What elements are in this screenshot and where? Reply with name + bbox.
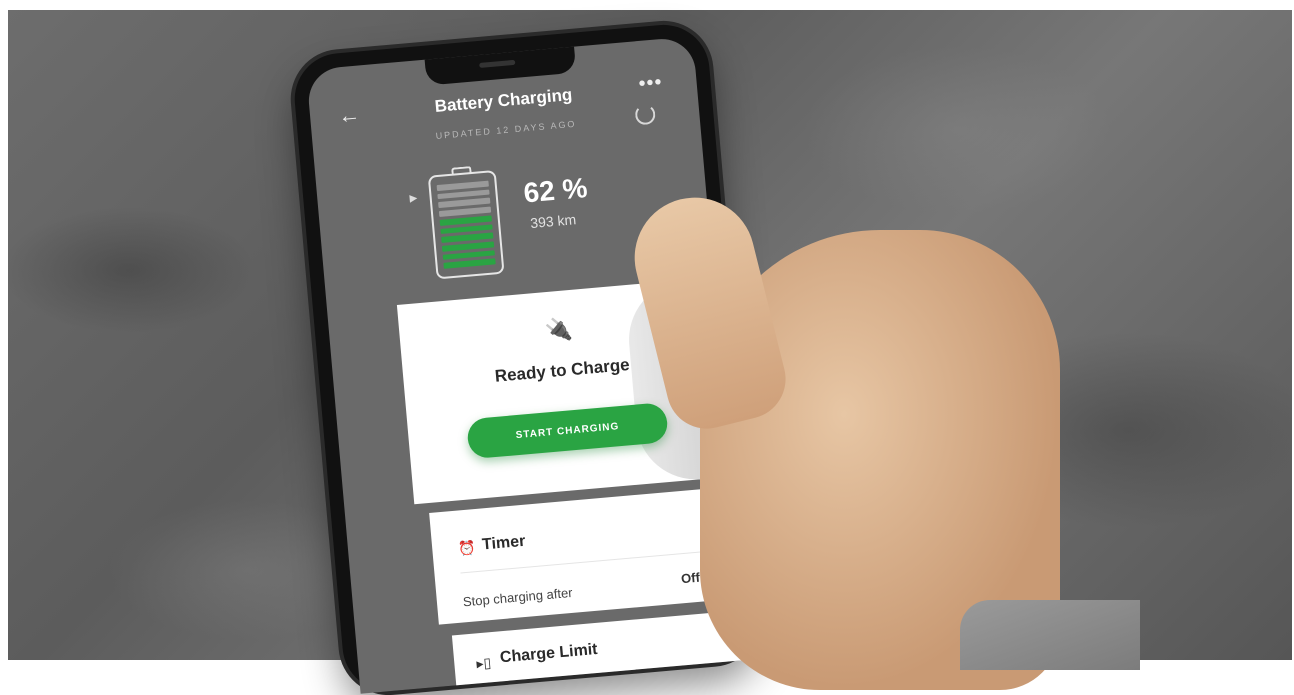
battery-bar [439,215,492,226]
battery-limit-icon: ▸▯ [475,654,492,672]
alarm-clock-icon: ⏰ [457,539,477,557]
timer-title: Timer [481,532,526,554]
start-charging-button[interactable]: START CHARGING [466,402,669,460]
timer-value: Off [680,569,701,587]
battery-range: 393 km [529,211,577,232]
battery-bar [443,258,496,269]
more-horizontal-icon[interactable]: ••• [638,71,664,96]
stop-charging-label: Stop charging after [462,584,574,610]
phone-notch [424,44,577,86]
battery-gauge [427,169,505,280]
timer-card[interactable]: ⏰ Timer Stop charging after Off › [429,486,742,625]
divider [460,550,718,574]
charge-limit-title: Charge Limit [499,640,599,667]
play-icon: ▶ [409,192,418,205]
plug-icon: 🔌 [543,315,574,344]
charge-limit-card[interactable]: ▸▯ Charge Limit [451,610,748,694]
battery-percent: 62 % [522,172,589,209]
refresh-icon[interactable] [634,103,657,126]
battery-bars [436,180,496,269]
